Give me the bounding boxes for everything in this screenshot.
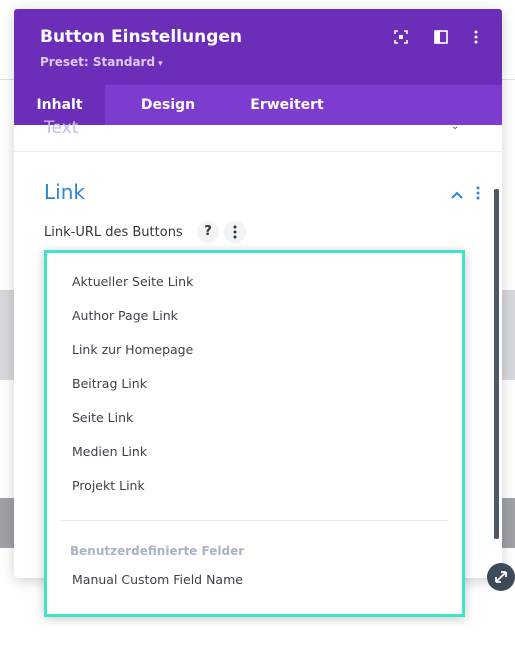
dropdown-option-current-page-link[interactable]: Aktueller Seite Link bbox=[72, 272, 193, 292]
dynamic-link-dropdown: Aktueller Seite Link Author Page Link Li… bbox=[44, 250, 465, 617]
tab-erweitert[interactable]: Erweitert bbox=[231, 85, 343, 125]
dropdown-option-homepage-link[interactable]: Link zur Homepage bbox=[72, 340, 193, 360]
dropdown-group-custom-fields: Benutzerdefinierte Felder bbox=[70, 544, 245, 558]
more-options-icon[interactable] bbox=[468, 29, 484, 45]
caret-down-icon: ▾ bbox=[158, 59, 163, 69]
dropdown-option-page-link[interactable]: Seite Link bbox=[72, 408, 133, 428]
settings-tabs: Inhalt Design Erweitert bbox=[14, 85, 502, 125]
modal-header: Button Einstellungen Preset: Standard ▾ bbox=[14, 9, 502, 85]
scrollbar[interactable] bbox=[494, 189, 499, 539]
section-title-link[interactable]: Link bbox=[44, 180, 85, 204]
preset-selector[interactable]: Preset: Standard ▾ bbox=[40, 55, 163, 69]
modal-title: Button Einstellungen bbox=[40, 27, 242, 47]
dropdown-separator bbox=[60, 520, 448, 521]
link-url-label: Link-URL des Buttons bbox=[44, 225, 183, 240]
dropdown-option-author-page-link[interactable]: Author Page Link bbox=[72, 306, 178, 326]
resize-handle-icon[interactable] bbox=[487, 563, 515, 591]
split-view-icon[interactable] bbox=[433, 29, 449, 45]
dropdown-option-manual-custom-field[interactable]: Manual Custom Field Name bbox=[72, 570, 243, 590]
section-divider bbox=[14, 151, 502, 152]
preset-label: Preset: Standard bbox=[40, 55, 156, 69]
help-icon[interactable]: ? bbox=[197, 221, 219, 243]
chevron-up-icon[interactable] bbox=[450, 186, 464, 199]
dropdown-option-media-link[interactable]: Medien Link bbox=[72, 442, 147, 462]
chevron-down-icon[interactable]: ⌄ bbox=[451, 121, 459, 132]
section-options-icon[interactable] bbox=[474, 185, 482, 201]
section-title-text[interactable]: Text bbox=[44, 118, 78, 138]
tab-design[interactable]: Design bbox=[105, 85, 231, 125]
dropdown-option-post-link[interactable]: Beitrag Link bbox=[72, 374, 147, 394]
field-options-icon[interactable] bbox=[224, 221, 246, 243]
focus-mode-icon[interactable] bbox=[393, 29, 409, 45]
dropdown-option-project-link[interactable]: Projekt Link bbox=[72, 476, 145, 496]
